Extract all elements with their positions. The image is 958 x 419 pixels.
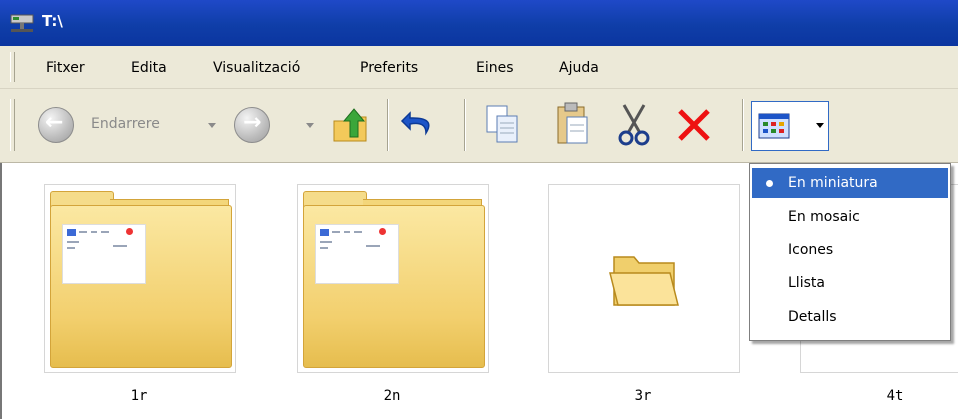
menu-preferits[interactable]: Preferits: [360, 60, 418, 76]
thumbnail-1r[interactable]: [44, 184, 236, 373]
forward-dropdown-icon[interactable]: [306, 123, 314, 128]
copy-icon[interactable]: [484, 103, 522, 145]
view-option-detalls[interactable]: Detalls: [752, 302, 948, 332]
views-button[interactable]: [751, 101, 829, 151]
up-folder-icon[interactable]: [332, 107, 368, 143]
view-option-label: Detalls: [788, 309, 837, 325]
folder-thumbnail-icon: [50, 191, 232, 368]
window-title: T:\: [42, 12, 63, 30]
item-label[interactable]: 4t: [800, 388, 958, 404]
item-label[interactable]: 2n: [297, 388, 487, 404]
toolbar-separator: [464, 99, 466, 151]
views-dropdown-menu: En miniatura En mosaic Icones Llista Det…: [749, 163, 951, 341]
view-option-en-miniatura[interactable]: En miniatura: [752, 168, 948, 198]
views-dropdown-icon: [816, 123, 824, 128]
menu-visualitzacio[interactable]: Visualització: [213, 60, 300, 76]
forward-button[interactable]: →: [234, 89, 274, 161]
menu-bar-grip[interactable]: [10, 52, 15, 82]
menu-edita[interactable]: Edita: [131, 60, 167, 76]
preview-image: [315, 224, 399, 284]
forward-icon: →: [234, 107, 270, 143]
selected-bullet-icon: [766, 180, 773, 187]
delete-icon[interactable]: [676, 107, 712, 143]
thumbnail-3r[interactable]: [548, 184, 740, 373]
toolbar-grip[interactable]: [10, 99, 15, 151]
menu-eines[interactable]: Eines: [476, 60, 514, 76]
item-label[interactable]: 3r: [548, 388, 738, 404]
undo-icon[interactable]: [400, 107, 438, 141]
view-option-label: Icones: [788, 242, 834, 258]
back-button-label: Endarrere: [91, 116, 160, 132]
view-option-icones[interactable]: Icones: [752, 235, 948, 265]
back-dropdown-icon[interactable]: [208, 123, 216, 128]
menu-ajuda[interactable]: Ajuda: [559, 60, 599, 76]
view-option-en-mosaic[interactable]: En mosaic: [752, 202, 948, 232]
title-bar[interactable]: T:\: [0, 0, 958, 46]
view-option-label: En mosaic: [788, 209, 860, 225]
item-label[interactable]: 1r: [44, 388, 234, 404]
view-option-llista[interactable]: Llista: [752, 268, 948, 298]
back-button[interactable]: ← Endarrere: [38, 89, 178, 161]
network-drive-icon: [10, 14, 34, 32]
views-icon: [758, 113, 790, 139]
menu-bar: Fitxer Edita Visualització Preferits Ein…: [0, 46, 958, 89]
folder-icon: [609, 256, 679, 306]
view-option-label: Llista: [788, 275, 825, 291]
cut-icon[interactable]: [616, 103, 652, 147]
toolbar-separator: [387, 99, 389, 151]
toolbar-separator: [742, 99, 744, 151]
back-icon: ←: [38, 107, 74, 143]
toolbar: ← Endarrere →: [0, 89, 958, 163]
menu-fitxer[interactable]: Fitxer: [46, 60, 85, 76]
paste-icon[interactable]: [555, 101, 591, 147]
thumbnail-2n[interactable]: [297, 184, 489, 373]
preview-image: [62, 224, 146, 284]
view-option-label: En miniatura: [788, 175, 878, 191]
folder-thumbnail-icon: [303, 191, 485, 368]
